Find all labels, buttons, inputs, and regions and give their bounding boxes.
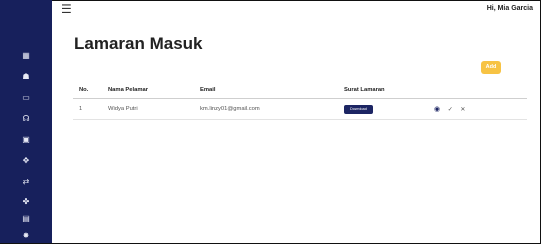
table-row: 1 Widya Putri km.linzy01@gmail.com Downl… (73, 98, 527, 120)
header-surat: Surat Lamaran (338, 83, 428, 99)
row-no: 1 (73, 98, 102, 120)
user-greeting[interactable]: Hi, Mia Garcia (487, 5, 533, 12)
tree-icon[interactable]: ✤ (0, 196, 52, 208)
row-surat: Download (338, 98, 428, 120)
header-name: Nama Pelamar (102, 83, 194, 99)
sidebar: ▦ ☗ ▭ ☊ ▣ ✥ ⇄ ✤ ▤ ✸ (0, 0, 52, 243)
users-icon[interactable]: ☗ (0, 71, 52, 83)
add-button[interactable]: Add (481, 61, 501, 74)
download-button[interactable]: Download (344, 104, 373, 114)
move-icon[interactable]: ✥ (0, 155, 52, 167)
inbox-icon[interactable]: ▭ (0, 92, 52, 104)
applications-table: No. Nama Pelamar Email Surat Lamaran 1 W… (73, 83, 527, 120)
lightbulb-icon[interactable]: ✸ (0, 230, 52, 242)
row-name: Widya Putri (102, 98, 194, 120)
table-header-row: No. Nama Pelamar Email Surat Lamaran (73, 83, 527, 99)
close-icon[interactable]: ✕ (460, 106, 465, 113)
header-no: No. (73, 83, 102, 99)
eye-icon[interactable]: ◉ (434, 105, 440, 113)
calendar-icon[interactable]: ▤ (0, 213, 52, 225)
hamburger-icon[interactable]: ☰ (61, 3, 73, 15)
swap-icon[interactable]: ⇄ (0, 176, 52, 188)
check-icon[interactable]: ✓ (448, 106, 453, 113)
header-email: Email (194, 83, 338, 99)
page-title: Lamaran Masuk (74, 34, 203, 53)
header-actions (428, 83, 527, 99)
clipboard-icon[interactable]: ▣ (0, 134, 52, 146)
row-actions: ◉ ✓ ✕ (428, 98, 527, 120)
row-email: km.linzy01@gmail.com (194, 98, 338, 120)
user-plus-icon[interactable]: ☊ (0, 113, 52, 125)
grid-icon[interactable]: ▦ (0, 50, 52, 62)
